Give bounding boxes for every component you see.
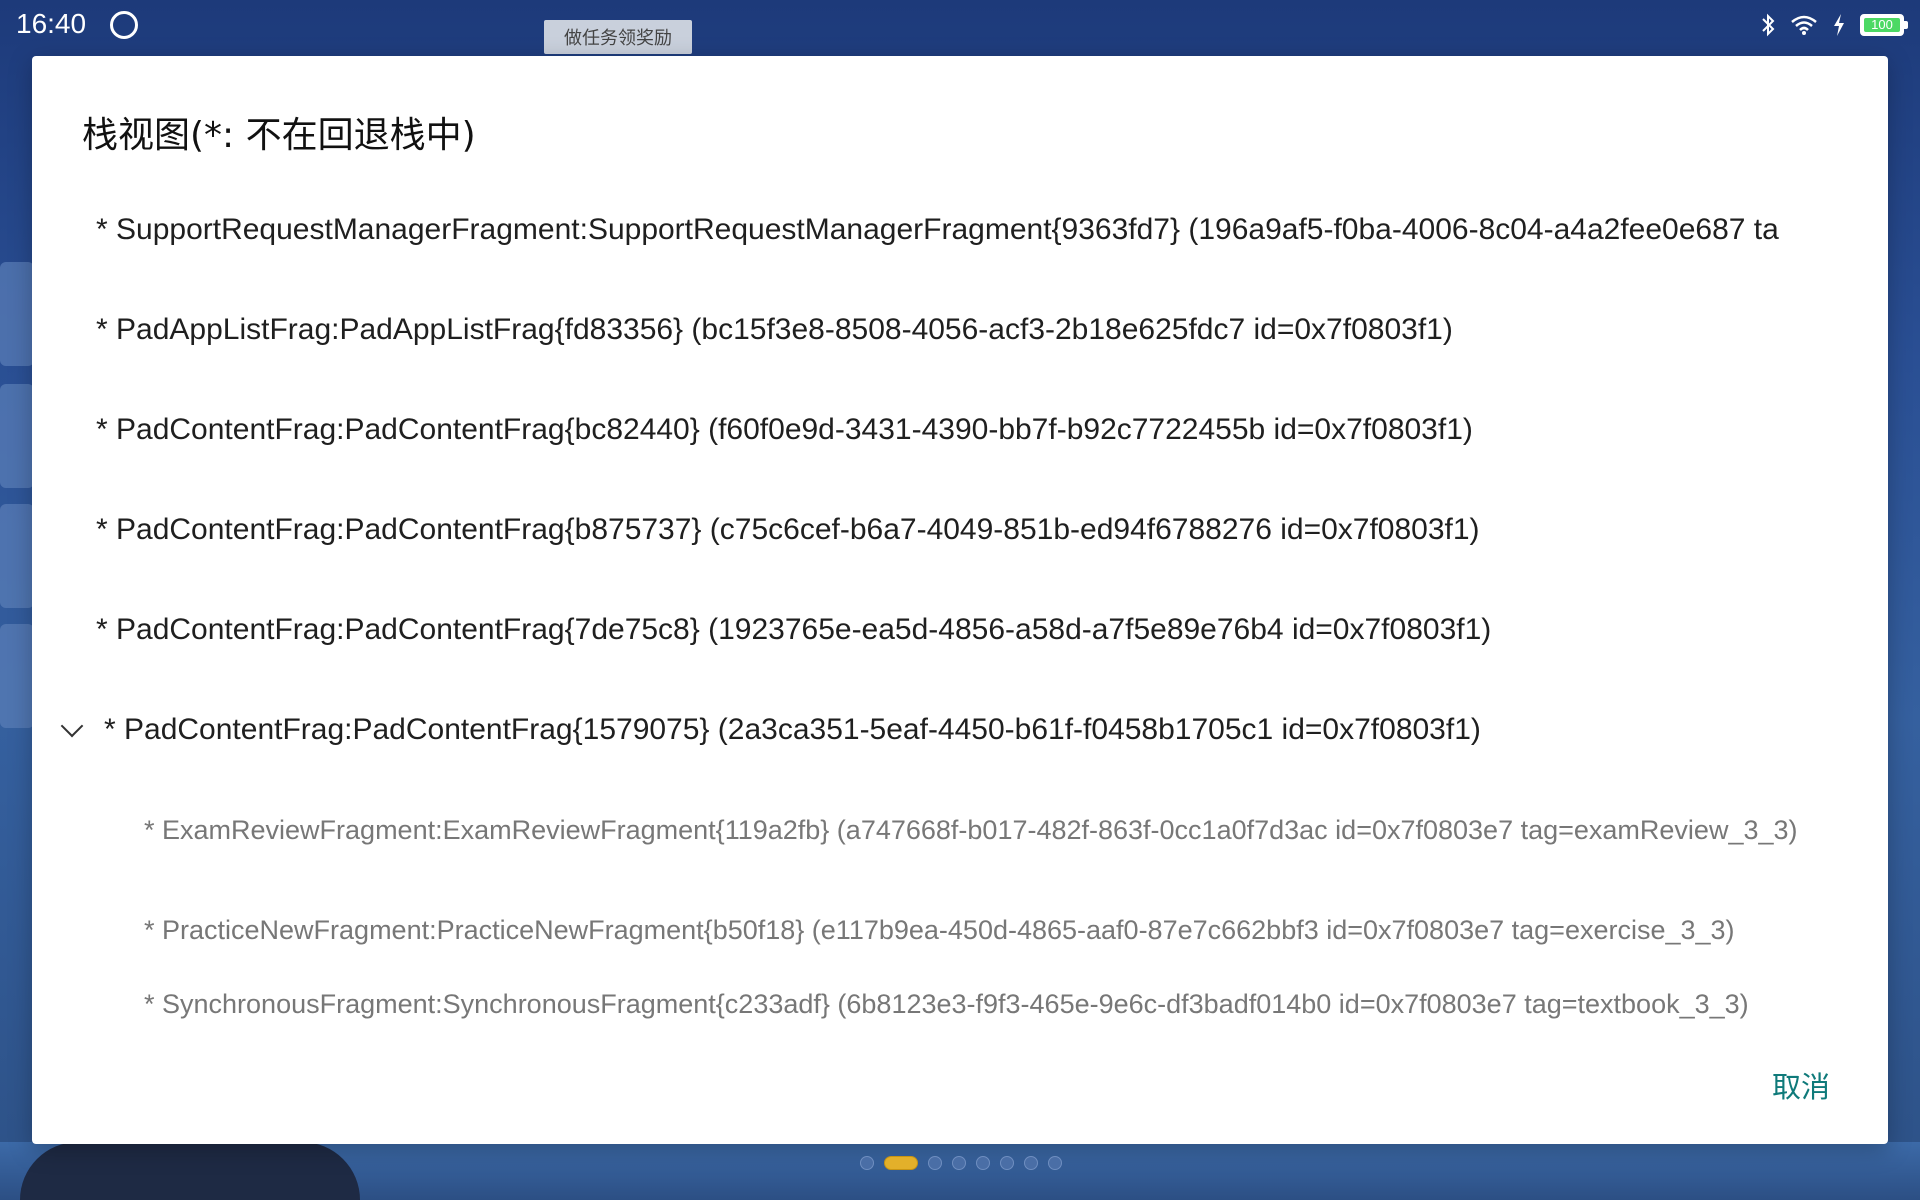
- list-item-text: * SupportRequestManagerFragment:SupportR…: [96, 213, 1779, 246]
- list-item[interactable]: * PadContentFrag:PadContentFrag{bc82440}…: [32, 380, 1888, 480]
- status-icons: 100: [1760, 10, 1908, 40]
- bluetooth-icon: [1762, 13, 1775, 37]
- background-card: [0, 504, 34, 608]
- page-dot[interactable]: [1000, 1156, 1014, 1170]
- screen: 16:40 做任务领奖励 100 栈视图(*: 不在回退栈中) * Suppor…: [0, 0, 1920, 1200]
- page-indicator: [860, 1156, 1062, 1170]
- child-list-item[interactable]: * ExamReviewFragment:ExamReviewFragment{…: [32, 780, 1888, 880]
- list-item-text: * PadContentFrag:PadContentFrag{b875737}…: [96, 513, 1480, 546]
- page-dot[interactable]: [1048, 1156, 1062, 1170]
- list-item-expanded[interactable]: * PadContentFrag:PadContentFrag{1579075}…: [32, 680, 1888, 780]
- child-list-item-text: * SynchronousFragment:SynchronousFragmen…: [144, 989, 1749, 1019]
- child-list-item[interactable]: * SynchronousFragment:SynchronousFragmen…: [32, 975, 1888, 1025]
- status-time: 16:40: [16, 8, 87, 39]
- child-list-item[interactable]: * PracticeNewFragment:PracticeNewFragmen…: [32, 880, 1888, 980]
- page-dot[interactable]: [860, 1156, 874, 1170]
- stack-view-dialog: 栈视图(*: 不在回退栈中) * SupportRequestManagerFr…: [32, 56, 1888, 1144]
- list-item-text: * PadContentFrag:PadContentFrag{1579075}…: [104, 713, 1481, 746]
- wifi-icon: [1791, 15, 1817, 35]
- child-list-item-text: * ExamReviewFragment:ExamReviewFragment{…: [144, 814, 1798, 845]
- battery-level: 100: [1864, 18, 1900, 32]
- page-dot[interactable]: [1024, 1156, 1038, 1170]
- page-dot[interactable]: [952, 1156, 966, 1170]
- cancel-button[interactable]: 取消: [1772, 1064, 1830, 1106]
- list-item[interactable]: * PadContentFrag:PadContentFrag{b875737}…: [32, 480, 1888, 580]
- list-item[interactable]: * PadContentFrag:PadContentFrag{7de75c8}…: [32, 580, 1888, 680]
- task-reward-chip[interactable]: 做任务领奖励: [544, 20, 692, 54]
- battery-tip: [1904, 21, 1908, 29]
- background-card: [0, 384, 34, 488]
- dialog-title: 栈视图(*: 不在回退栈中): [82, 115, 476, 156]
- list-item[interactable]: * PadAppListFrag:PadAppListFrag{fd83356}…: [32, 280, 1888, 380]
- fragment-stack-list[interactable]: * SupportRequestManagerFragment:SupportR…: [32, 180, 1888, 1086]
- background-card: [0, 624, 34, 728]
- battery-icon: 100: [1860, 14, 1908, 36]
- app-circle-icon: [110, 11, 138, 39]
- list-item-text: * PadContentFrag:PadContentFrag{7de75c8}…: [96, 613, 1492, 646]
- page-dot[interactable]: [928, 1156, 942, 1170]
- list-item[interactable]: * SupportRequestManagerFragment:SupportR…: [32, 180, 1888, 280]
- background-card: [0, 262, 34, 366]
- page-dot-active[interactable]: [884, 1156, 918, 1170]
- page-dot[interactable]: [976, 1156, 990, 1170]
- charging-icon: [1834, 14, 1844, 36]
- status-bar: 16:40 做任务领奖励 100: [0, 0, 1920, 54]
- child-list-item-text: * PracticeNewFragment:PracticeNewFragmen…: [144, 914, 1735, 945]
- chevron-down-icon[interactable]: [60, 714, 84, 738]
- background-figure: [20, 1142, 360, 1200]
- list-item-text: * PadAppListFrag:PadAppListFrag{fd83356}…: [96, 313, 1453, 346]
- list-item-text: * PadContentFrag:PadContentFrag{bc82440}…: [96, 413, 1473, 446]
